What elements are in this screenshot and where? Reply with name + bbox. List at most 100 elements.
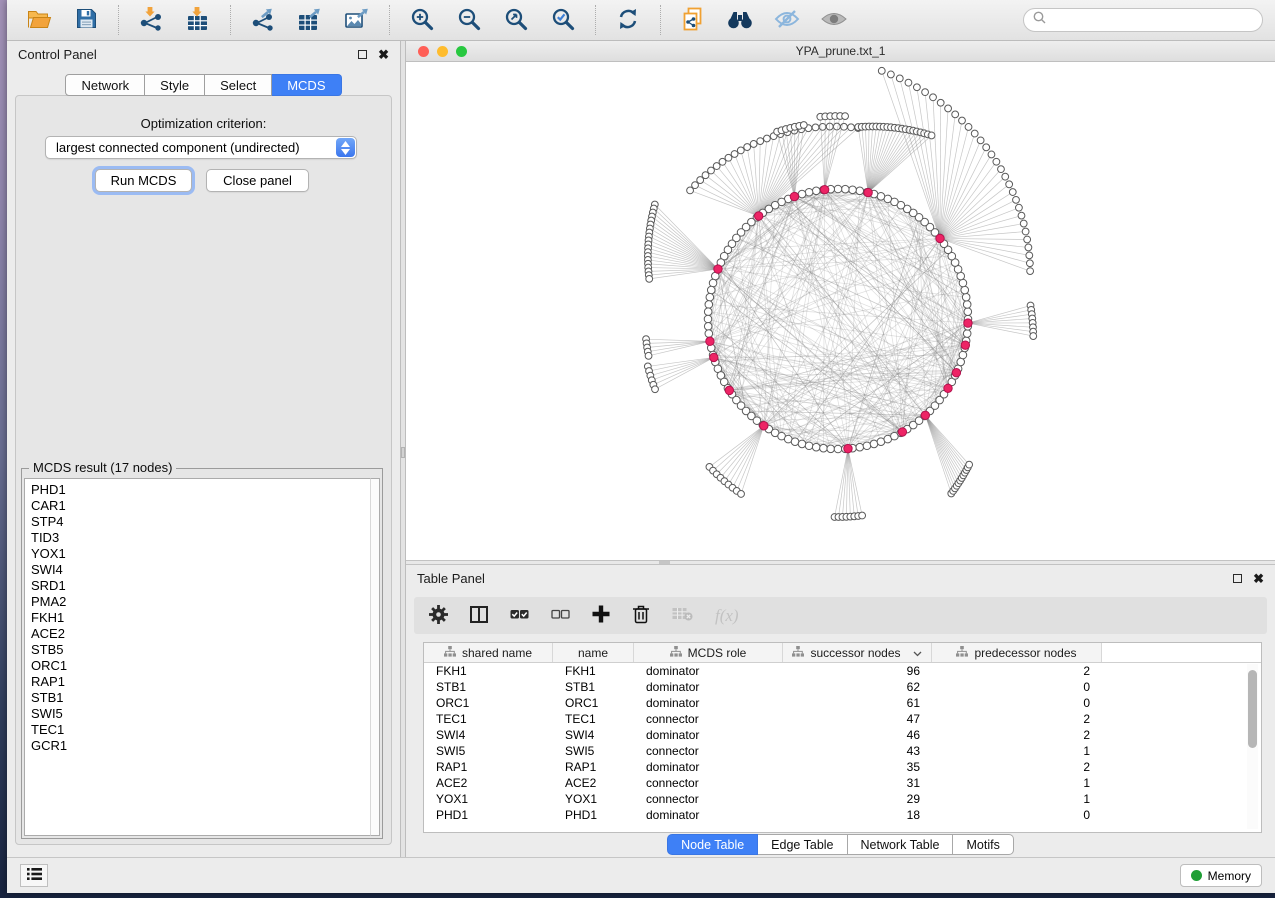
cell-mcds-role[interactable]: connector: [634, 712, 783, 726]
table-panel-tab[interactable]: Edge Table: [758, 834, 847, 855]
delete-column-button[interactable]: [632, 604, 650, 628]
cell-shared-name[interactable]: TEC1: [424, 712, 553, 726]
show-eye-button[interactable]: [814, 4, 854, 36]
zoom-out-button[interactable]: [449, 4, 489, 36]
cell-successor-nodes[interactable]: 35: [783, 760, 932, 774]
binoculars-search-button[interactable]: [720, 4, 760, 36]
mcds-result-item[interactable]: PMA2: [31, 594, 379, 610]
mcds-result-item[interactable]: RAP1: [31, 674, 379, 690]
close-panel-button[interactable]: Close panel: [206, 169, 309, 192]
mcds-result-item[interactable]: ACE2: [31, 626, 379, 642]
cell-mcds-role[interactable]: dominator: [634, 696, 783, 710]
cell-name[interactable]: PHD1: [553, 808, 634, 822]
cell-name[interactable]: TEC1: [553, 712, 634, 726]
mcds-result-item[interactable]: GCR1: [31, 738, 379, 754]
scrollbar-thumb[interactable]: [1248, 670, 1257, 748]
cell-predecessor-nodes[interactable]: 0: [932, 680, 1102, 694]
cell-shared-name[interactable]: ORC1: [424, 696, 553, 710]
cell-predecessor-nodes[interactable]: 2: [932, 728, 1102, 742]
table-row[interactable]: PHD1 PHD1 dominator 18 0: [424, 807, 1261, 823]
refresh-layout-button[interactable]: [608, 4, 648, 36]
delete-table-button[interactable]: [672, 604, 693, 628]
cell-name[interactable]: YOX1: [553, 792, 634, 806]
cell-name[interactable]: SWI5: [553, 744, 634, 758]
control-panel-tab[interactable]: MCDS: [272, 74, 341, 96]
mcds-result-item[interactable]: STB5: [31, 642, 379, 658]
cell-predecessor-nodes[interactable]: 0: [932, 696, 1102, 710]
cell-mcds-role[interactable]: dominator: [634, 664, 783, 678]
function-builder-button[interactable]: f(x): [715, 604, 739, 628]
close-panel-icon[interactable]: ✖: [1253, 572, 1264, 585]
select-all-button[interactable]: [510, 604, 529, 628]
mcds-result-list[interactable]: PHD1CAR1STP4TID3YOX1SWI4SRD1PMA2FKH1ACE2…: [24, 478, 380, 836]
memory-button[interactable]: Memory: [1180, 864, 1262, 887]
zoom-window-button[interactable]: [456, 46, 467, 57]
table-row[interactable]: ORC1 ORC1 dominator 61 0: [424, 695, 1261, 711]
cell-predecessor-nodes[interactable]: 1: [932, 776, 1102, 790]
mcds-result-item[interactable]: STP4: [31, 514, 379, 530]
float-panel-icon[interactable]: [1233, 574, 1242, 583]
cell-predecessor-nodes[interactable]: 1: [932, 792, 1102, 806]
column-menu-chevron-icon[interactable]: [913, 646, 922, 660]
control-panel-tab[interactable]: Select: [205, 74, 272, 96]
cell-successor-nodes[interactable]: 18: [783, 808, 932, 822]
table-panel-tab[interactable]: Node Table: [667, 834, 758, 855]
cell-mcds-role[interactable]: dominator: [634, 728, 783, 742]
column-header-name[interactable]: name: [553, 643, 634, 662]
cell-shared-name[interactable]: SWI5: [424, 744, 553, 758]
cell-successor-nodes[interactable]: 62: [783, 680, 932, 694]
cell-shared-name[interactable]: PHD1: [424, 808, 553, 822]
run-mcds-button[interactable]: Run MCDS: [95, 169, 192, 192]
cell-predecessor-nodes[interactable]: 2: [932, 712, 1102, 726]
mcds-result-item[interactable]: TEC1: [31, 722, 379, 738]
cell-predecessor-nodes[interactable]: 0: [932, 808, 1102, 822]
cell-mcds-role[interactable]: connector: [634, 792, 783, 806]
export-network-button[interactable]: [243, 4, 283, 36]
cell-successor-nodes[interactable]: 43: [783, 744, 932, 758]
cell-successor-nodes[interactable]: 61: [783, 696, 932, 710]
network-window-titlebar[interactable]: YPA_prune.txt_1: [406, 41, 1275, 62]
cell-name[interactable]: RAP1: [553, 760, 634, 774]
zoom-selected-button[interactable]: [543, 4, 583, 36]
close-window-button[interactable]: [418, 46, 429, 57]
cell-successor-nodes[interactable]: 46: [783, 728, 932, 742]
mcds-result-item[interactable]: FKH1: [31, 610, 379, 626]
open-file-button[interactable]: [19, 4, 59, 36]
table-panel-tab[interactable]: Motifs: [953, 834, 1013, 855]
cell-name[interactable]: FKH1: [553, 664, 634, 678]
cell-name[interactable]: ORC1: [553, 696, 634, 710]
cell-name[interactable]: ACE2: [553, 776, 634, 790]
table-row[interactable]: SWI4 SWI4 dominator 46 2: [424, 727, 1261, 743]
float-panel-icon[interactable]: [358, 50, 367, 59]
table-row[interactable]: SWI5 SWI5 connector 43 1: [424, 743, 1261, 759]
mcds-result-item[interactable]: CAR1: [31, 498, 379, 514]
mcds-result-item[interactable]: ORC1: [31, 658, 379, 674]
mcds-result-item[interactable]: SRD1: [31, 578, 379, 594]
column-header-shared-name[interactable]: shared name: [424, 643, 553, 662]
cell-shared-name[interactable]: YOX1: [424, 792, 553, 806]
settings-gear-button[interactable]: [429, 604, 448, 628]
zoom-fit-button[interactable]: [496, 4, 536, 36]
network-canvas[interactable]: [406, 62, 1275, 560]
duplicate-network-button[interactable]: [673, 4, 713, 36]
cell-successor-nodes[interactable]: 29: [783, 792, 932, 806]
cell-mcds-role[interactable]: connector: [634, 744, 783, 758]
cell-mcds-role[interactable]: dominator: [634, 680, 783, 694]
toggle-columns-button[interactable]: [470, 604, 488, 628]
import-table-button[interactable]: [178, 4, 218, 36]
cell-name[interactable]: STB1: [553, 680, 634, 694]
close-panel-icon[interactable]: ✖: [378, 48, 389, 61]
table-scrollbar[interactable]: [1247, 664, 1258, 829]
control-panel-tab[interactable]: Network: [65, 74, 145, 96]
cell-mcds-role[interactable]: connector: [634, 776, 783, 790]
cell-shared-name[interactable]: FKH1: [424, 664, 553, 678]
save-session-button[interactable]: [66, 4, 106, 36]
table-panel-tab[interactable]: Network Table: [848, 834, 954, 855]
column-header-successor-nodes[interactable]: successor nodes: [783, 643, 932, 662]
table-row[interactable]: RAP1 RAP1 dominator 35 2: [424, 759, 1261, 775]
add-column-button[interactable]: [592, 604, 610, 628]
splitter-grip[interactable]: [659, 561, 670, 564]
hide-selected-button[interactable]: [767, 4, 807, 36]
column-header-mcds-role[interactable]: MCDS role: [634, 643, 783, 662]
mcds-result-item[interactable]: STB1: [31, 690, 379, 706]
